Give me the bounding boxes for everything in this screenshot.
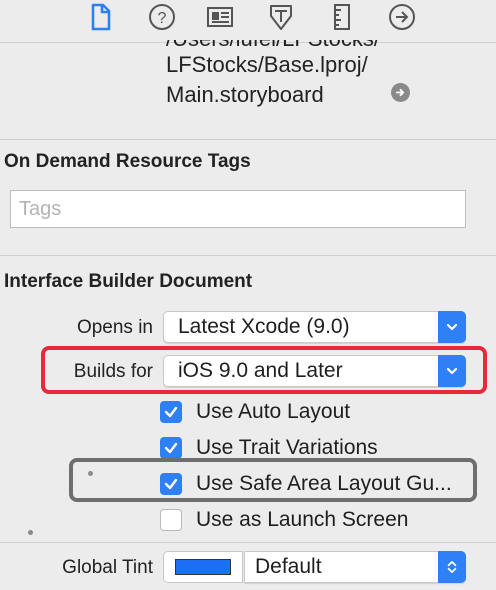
checkmark-icon[interactable] <box>160 437 182 459</box>
tint-color-swatch <box>175 559 231 575</box>
path-line: LFStocks/Base.lproj/ <box>166 52 368 77</box>
section-divider <box>0 542 496 543</box>
opens-in-popup[interactable]: Latest Xcode (9.0) <box>163 311 466 343</box>
file-inspector-icon[interactable] <box>85 2 115 32</box>
connections-inspector-icon[interactable] <box>387 2 417 32</box>
color-well[interactable] <box>163 551 243 583</box>
checkbox-label: Use Trait Variations <box>196 436 378 459</box>
global-tint-popup[interactable]: Default <box>244 551 466 583</box>
global-tint-label: Global Tint <box>62 557 153 578</box>
section-divider <box>0 255 496 256</box>
attributes-inspector-icon[interactable] <box>266 2 296 32</box>
marker-dot <box>88 471 93 476</box>
up-down-chevron-icon <box>438 551 466 583</box>
use-as-launch-screen-checkbox[interactable]: Use as Launch Screen <box>160 508 408 532</box>
global-tint-value: Default <box>255 555 322 578</box>
checkbox-label: Use as Launch Screen <box>196 508 409 531</box>
safe-area-highlight <box>69 458 477 502</box>
builds-for-highlight <box>41 346 487 394</box>
section-divider <box>0 139 496 140</box>
use-trait-variations-checkbox[interactable]: Use Trait Variations <box>160 436 378 460</box>
use-auto-layout-checkbox[interactable]: Use Auto Layout <box>160 400 350 424</box>
inspector-toolbar: ? <box>0 0 496 40</box>
ib-document-section-title: Interface Builder Document <box>4 271 253 292</box>
path-line: Main.storyboard <box>166 82 324 107</box>
quick-help-icon[interactable]: ? <box>147 2 177 32</box>
on-demand-section-title: On Demand Resource Tags <box>4 151 251 172</box>
tags-field[interactable] <box>10 190 466 228</box>
opens-in-label: Opens in <box>76 317 153 338</box>
size-inspector-icon[interactable] <box>327 2 357 32</box>
chevron-down-icon <box>438 311 466 343</box>
identity-inspector-icon[interactable] <box>205 2 235 32</box>
marker-dot <box>28 530 33 535</box>
svg-text:?: ? <box>158 10 167 27</box>
file-location: /Users/lufei/LFStocks/ LFStocks/Base.lpr… <box>0 40 496 136</box>
checkbox-label: Use Auto Layout <box>196 400 351 423</box>
opens-in-value: Latest Xcode (9.0) <box>178 315 350 338</box>
checkmark-icon[interactable] <box>160 401 182 423</box>
checkbox-box[interactable] <box>160 509 182 531</box>
reveal-in-finder-arrow-icon[interactable] <box>391 83 410 102</box>
